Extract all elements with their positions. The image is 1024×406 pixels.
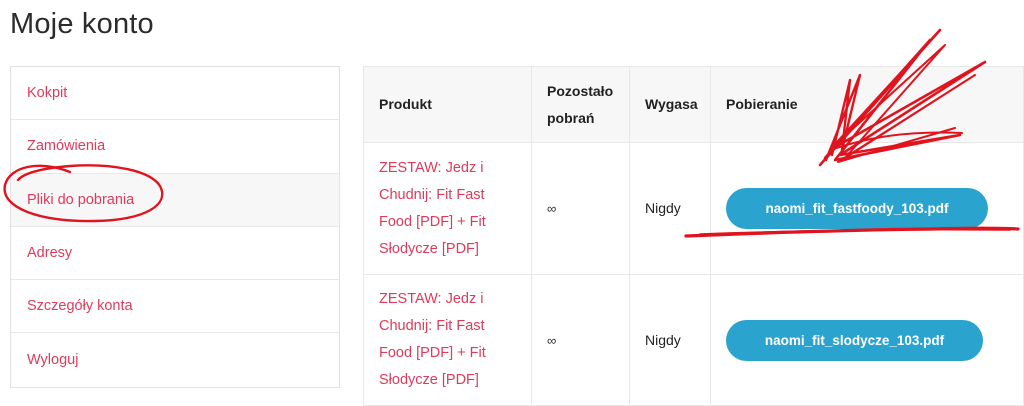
- cell-remaining: ∞: [531, 142, 630, 275]
- header-download: Pobieranie: [710, 66, 1024, 143]
- sidebar-item-dashboard[interactable]: Kokpit: [11, 67, 339, 121]
- cell-expires: Nigdy: [629, 274, 711, 406]
- cell-expires: Nigdy: [629, 142, 711, 275]
- table-header-row: Produkt Pozostało pobrań Wygasa Pobieran…: [363, 66, 1024, 143]
- header-expires: Wygasa: [629, 66, 711, 143]
- download-button[interactable]: naomi_fit_fastfoody_103.pdf: [726, 188, 988, 229]
- sidebar-item-logout[interactable]: Wyloguj: [11, 333, 339, 386]
- header-product: Produkt: [363, 66, 532, 143]
- cell-download: naomi_fit_fastfoody_103.pdf: [710, 142, 1024, 275]
- cell-remaining: ∞: [531, 274, 630, 406]
- downloads-table: Produkt Pozostało pobrań Wygasa Pobieran…: [363, 66, 1024, 406]
- table-row: ZESTAW: Jedz i Chudnij: Fit Fast Food [P…: [363, 274, 1024, 406]
- cell-product: ZESTAW: Jedz i Chudnij: Fit Fast Food [P…: [363, 274, 532, 406]
- product-link[interactable]: ZESTAW: Jedz i Chudnij: Fit Fast Food [P…: [379, 155, 531, 263]
- account-navigation: Kokpit Zamówienia Pliki do pobrania Adre…: [10, 66, 340, 388]
- remaining-downloads: ∞: [547, 201, 557, 216]
- cell-product: ZESTAW: Jedz i Chudnij: Fit Fast Food [P…: [363, 142, 532, 275]
- header-remaining: Pozostało pobrań: [531, 66, 630, 143]
- page-title: Moje konto: [10, 8, 154, 40]
- table-row: ZESTAW: Jedz i Chudnij: Fit Fast Food [P…: [363, 142, 1024, 275]
- download-button[interactable]: naomi_fit_slodycze_103.pdf: [726, 319, 983, 361]
- sidebar-item-downloads[interactable]: Pliki do pobrania: [11, 173, 339, 227]
- cell-download: naomi_fit_slodycze_103.pdf: [710, 274, 1024, 406]
- sidebar-item-account-details[interactable]: Szczegóły konta: [11, 280, 339, 334]
- sidebar-item-orders[interactable]: Zamówienia: [11, 120, 339, 174]
- product-link[interactable]: ZESTAW: Jedz i Chudnij: Fit Fast Food [P…: [379, 286, 531, 394]
- remaining-downloads: ∞: [547, 332, 557, 348]
- sidebar-item-addresses[interactable]: Adresy: [11, 227, 339, 281]
